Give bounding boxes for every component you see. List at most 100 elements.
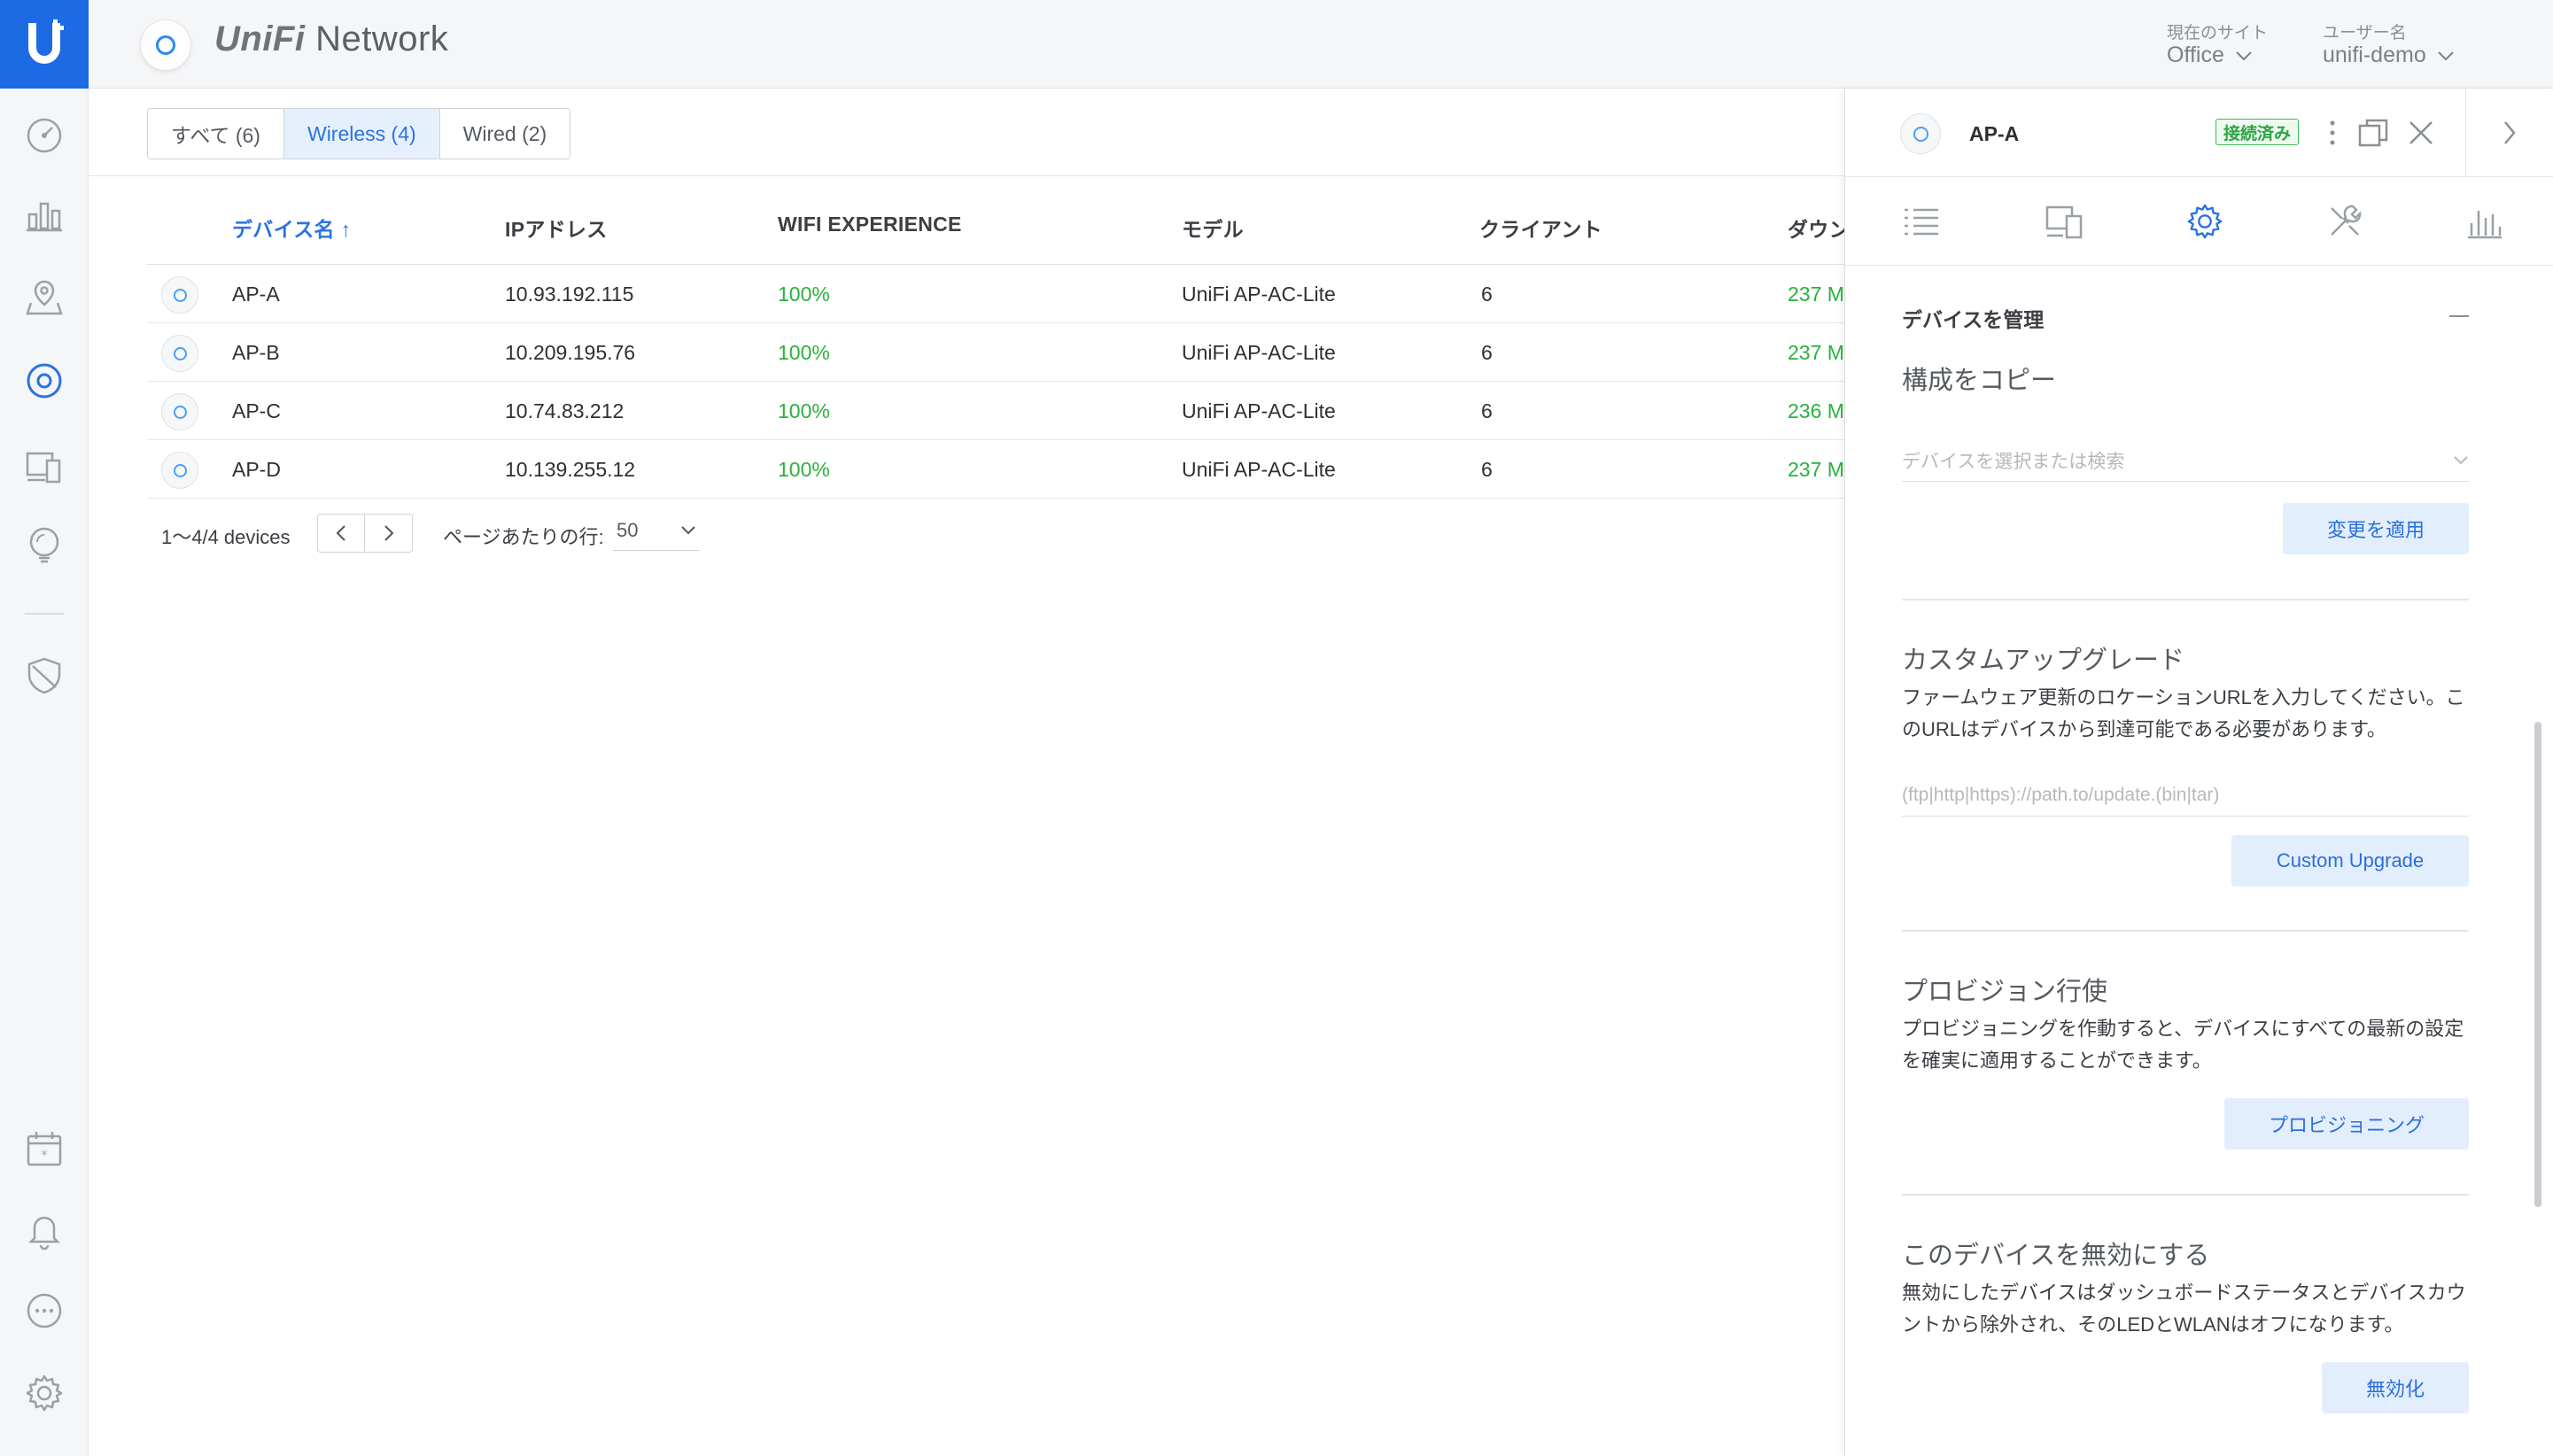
table-row[interactable]: AP-A 10.93.192.115 100% UniFi AP-AC-Lite… [147,265,1860,323]
device-model: UniFi AP-AC-Lite [1182,399,1336,422]
map-icon[interactable] [22,275,66,319]
access-point-icon [161,393,198,430]
table-row[interactable]: AP-C 10.74.83.212 100% UniFi AP-AC-Lite … [147,382,1860,440]
table-row[interactable]: AP-D 10.139.255.12 100% UniFi AP-AC-Lite… [147,440,1860,499]
collapse-section-icon[interactable] [2449,315,2469,317]
alerts-bell-icon[interactable] [22,1208,66,1252]
custom-upgrade-heading: カスタムアップグレード [1902,647,2185,675]
device-model: UniFi AP-AC-Lite [1182,283,1336,306]
pagination-buttons [317,514,413,553]
disable-button[interactable]: 無効化 [2322,1362,2469,1413]
device-clients: 6 [1481,399,1493,422]
device-filter-tabs: すべて (6) Wireless (4) Wired (2) [147,108,571,159]
user-selector[interactable]: unifi-demo [2323,43,2455,68]
prev-page-button[interactable] [318,515,366,552]
column-header-wifi-experience[interactable]: WIFI EXPERIENCE [778,213,962,236]
pagination-range: 1〜4/4 devices [161,526,291,548]
tab-config-gear-icon[interactable] [2182,198,2228,244]
close-icon[interactable] [2403,115,2439,151]
chevron-down-icon [681,526,695,535]
app-title: UniFi Network [214,19,449,58]
provision-description: プロビジョニングを作動すると、デバイスにすべての最新の設定 を確実に適用すること… [1902,1018,2464,1072]
device-download: 237 M [1788,458,1844,481]
column-header-ip[interactable]: IPアドレス [505,213,608,243]
site-label: 現在のサイト [2167,24,2269,43]
chevron-left-icon [336,525,345,541]
device-name: AP-D [232,458,281,481]
next-page-button[interactable] [365,515,412,552]
device-wifi-experience: 100% [778,283,830,306]
settings-gear-icon[interactable] [22,1371,66,1415]
device-ip: 10.139.255.12 [505,458,636,481]
site-selector[interactable]: Office [2167,43,2253,68]
tab-details-list-icon[interactable] [1898,198,1944,244]
table-row[interactable]: AP-B 10.209.195.76 100% UniFi AP-AC-Lite… [147,323,1860,382]
filter-wired[interactable]: Wired (2) [439,109,570,159]
device-ip: 10.209.195.76 [505,341,636,364]
panel-header-divider [2465,89,2466,177]
events-calendar-icon[interactable]: * [22,1127,66,1171]
device-wifi-experience: 100% [778,341,830,364]
panel-device-name: AP-A [1969,122,2020,145]
statistics-icon[interactable] [22,193,66,237]
device-name: AP-B [232,341,280,364]
device-ip: 10.93.192.115 [505,283,634,306]
custom-upgrade-description: ファームウェア更新のロケーションURLを入力してください。こ のURLはデバイス… [1902,686,2465,740]
column-header-model[interactable]: モデル [1182,213,1244,243]
collapse-panel-icon[interactable] [2492,115,2527,151]
chevron-right-icon [384,525,393,541]
dashboard-icon[interactable] [22,113,66,158]
provision-heading: プロビジョン行使 [1902,978,2108,1006]
column-header-download[interactable]: ダウン [1788,213,1850,243]
section-divider [1902,930,2469,932]
access-point-icon [161,452,198,489]
left-nav: * [0,0,89,1456]
device-download: 237 M [1788,341,1844,364]
access-point-icon [1900,113,1941,154]
rows-per-page-select[interactable]: 50 [613,510,700,551]
provision-button[interactable]: プロビジョニング [2224,1098,2469,1150]
more-options-icon[interactable] [2315,115,2350,151]
insights-icon[interactable] [22,523,66,567]
access-point-icon [161,335,198,372]
device-model: UniFi AP-AC-Lite [1182,458,1336,481]
tab-statistics-icon[interactable] [2462,198,2508,244]
top-header: UniFi Network 現在のサイト Office ユーザー名 unifi-… [89,0,2553,89]
shield-icon[interactable] [22,654,66,698]
apply-changes-button[interactable]: 変更を適用 [2283,503,2469,554]
disable-device-description: 無効にしたデバイスはダッシュボードステータスとデバイスカウ ントから除外され、そ… [1902,1282,2466,1336]
filter-wireless[interactable]: Wireless (4) [283,109,440,159]
popout-window-icon[interactable] [2355,115,2391,151]
chevron-down-icon [2454,456,2468,465]
ubiquiti-logo[interactable] [0,0,89,89]
firmware-url-input[interactable]: (ftp|http|https)://path.to/update.(bin|t… [1902,774,2469,817]
column-header-name[interactable]: デバイス名 ↑ [232,213,351,243]
user-label: ユーザー名 [2323,24,2407,43]
device-properties-panel: AP-A 接続済み デバイスを管理 構成をコピー デバイスを選択または検索 変更… [1844,89,2553,1456]
tab-tools-wrench-icon[interactable] [2322,198,2368,244]
device-wifi-experience: 100% [778,458,830,481]
clients-icon[interactable] [22,445,66,489]
status-badge: 接続済み [2215,119,2300,145]
devices-icon[interactable] [22,359,66,403]
disable-device-heading: このデバイスを無効にする [1902,1242,2210,1270]
device-download: 237 M [1788,283,1844,306]
device-name: AP-A [232,283,280,306]
custom-upgrade-button[interactable]: Custom Upgrade [2231,835,2469,887]
device-name: AP-C [232,399,281,422]
copy-config-heading: 構成をコピー [1902,367,2057,395]
chevron-down-icon [2236,50,2252,60]
ubiquiti-logo-icon [28,19,64,64]
panel-header: AP-A 接続済み [1845,89,2553,177]
device-search-select[interactable]: デバイスを選択または検索 [1902,439,2469,482]
column-header-clients[interactable]: クライアント [1479,213,1602,243]
device-clients: 6 [1481,458,1493,481]
chat-icon[interactable] [22,1289,66,1334]
filter-all[interactable]: すべて (6) [148,109,284,159]
panel-scrollbar[interactable] [2534,722,2541,1207]
access-point-icon [161,276,198,314]
tab-clients-devices-icon[interactable] [2042,198,2088,244]
toolbar-divider [89,175,1860,176]
nav-separator [25,613,64,615]
section-divider [1902,599,2469,600]
